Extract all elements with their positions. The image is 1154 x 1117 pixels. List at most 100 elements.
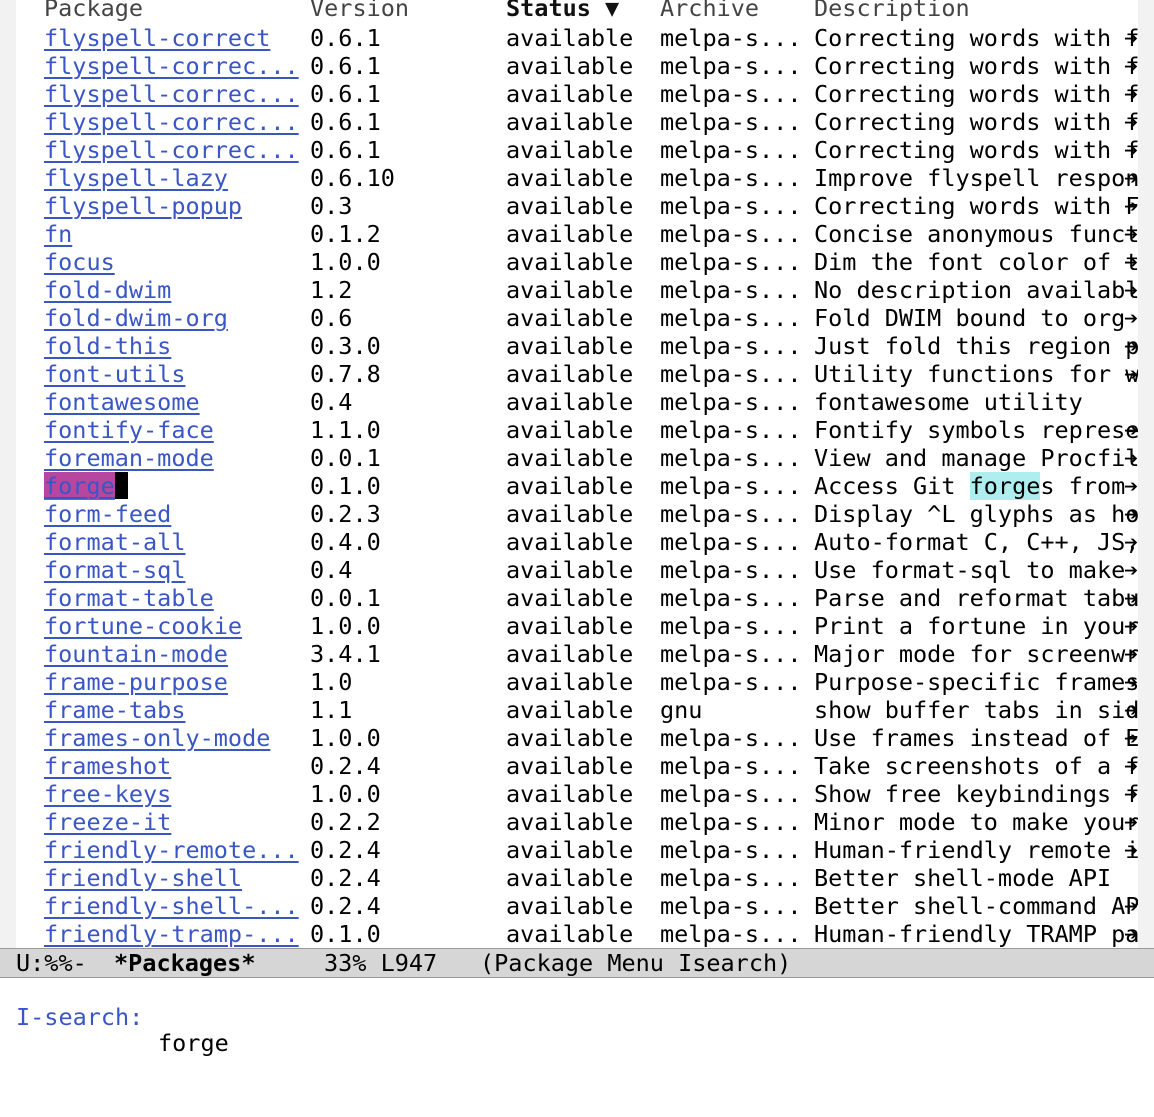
package-name-link[interactable]: flyspell-correc... xyxy=(44,52,299,80)
package-name-cell: friendly-shell-... xyxy=(44,892,299,920)
package-row[interactable]: fontify-face 1.1.0 available melpa-s... Font… xyxy=(0,416,1154,444)
package-name-link[interactable]: fold-dwim-org xyxy=(44,304,228,332)
package-name-cell: fontawesome xyxy=(44,388,200,416)
package-name-link[interactable]: friendly-shell-... xyxy=(44,892,299,920)
version-cell: 0.0.1 xyxy=(310,444,381,472)
package-row[interactable]: fountain-mode 3.4.1 available melpa-s... Maj… xyxy=(0,640,1154,668)
description-cell: Purpose-specific frames xyxy=(814,668,1138,696)
package-row[interactable]: flyspell-correc... 0.6.1 available melpa-s.… xyxy=(0,80,1154,108)
package-row[interactable]: flyspell-correc... 0.6.1 available melpa-s.… xyxy=(0,136,1154,164)
major-mode[interactable]: (Package Menu Isearch) xyxy=(480,949,791,977)
package-row[interactable]: friendly-shell-... 0.2.4 available melpa-s.… xyxy=(0,892,1154,920)
package-row[interactable]: friendly-shell 0.2.4 available melpa-s... Be… xyxy=(0,864,1154,892)
package-row[interactable]: flyspell-popup 0.3 available melpa-s... Corr… xyxy=(0,192,1154,220)
archive-cell: melpa-s... xyxy=(660,556,802,584)
package-name-link[interactable]: fold-dwim xyxy=(44,276,171,304)
package-row[interactable]: format-all 0.4.0 available melpa-s... Auto-f… xyxy=(0,528,1154,556)
package-name-link[interactable]: font-utils xyxy=(44,360,185,388)
archive-cell: melpa-s... xyxy=(660,360,802,388)
package-row[interactable]: friendly-tramp-... 0.1.0 available melpa-s.… xyxy=(0,920,1154,948)
package-name-link[interactable]: fontawesome xyxy=(44,388,200,416)
package-name-link[interactable]: flyspell-lazy xyxy=(44,164,228,192)
header-archive[interactable]: Archive xyxy=(660,0,759,22)
description-cell: Major mode for screenwr xyxy=(814,640,1138,668)
package-row[interactable]: frame-purpose 1.0 available melpa-s... Purpo… xyxy=(0,668,1154,696)
package-name-link[interactable]: format-table xyxy=(44,584,214,612)
package-row[interactable]: foreman-mode 0.0.1 available melpa-s... View… xyxy=(0,444,1154,472)
package-row[interactable]: font-utils 0.7.8 available melpa-s... Utilit… xyxy=(0,360,1154,388)
package-name-link[interactable]: free-keys xyxy=(44,780,171,808)
version-cell: 0.3.0 xyxy=(310,332,381,360)
package-name-link[interactable]: friendly-shell xyxy=(44,864,242,892)
package-name-cell: flyspell-correc... xyxy=(44,136,299,164)
header-version[interactable]: Version xyxy=(310,0,409,22)
description-cell: Fold DWIM bound to org xyxy=(814,304,1138,332)
package-row[interactable]: flyspell-lazy 0.6.10 available melpa-s... Im… xyxy=(0,164,1154,192)
package-row[interactable]: form-feed 0.2.3 available melpa-s... Display… xyxy=(0,500,1154,528)
package-name-link[interactable]: frame-tabs xyxy=(44,696,185,724)
description-cell: Take screenshots of a f xyxy=(814,752,1138,780)
buffer-name[interactable]: *Packages* xyxy=(114,949,255,977)
package-row[interactable]: fortune-cookie 1.0.0 available melpa-s... Pr… xyxy=(0,612,1154,640)
package-row[interactable]: format-table 0.0.1 available melpa-s... Pars… xyxy=(0,584,1154,612)
package-name-link[interactable]: fn xyxy=(44,220,72,248)
isearch-query[interactable]: forge xyxy=(158,1030,229,1056)
package-name-link[interactable]: flyspell-correc... xyxy=(44,80,299,108)
package-name-link[interactable]: flyspell-correc... xyxy=(44,108,299,136)
package-name-link[interactable]: fold-this xyxy=(44,332,171,360)
package-row[interactable]: fn 0.1.2 available melpa-s... Concise anonym… xyxy=(0,220,1154,248)
package-row[interactable]: forge 0.1.0 available melpa-s... Access Git … xyxy=(0,472,1154,500)
description-cell: Auto-format C, C++, JS, xyxy=(814,528,1138,556)
package-row[interactable]: format-sql 0.4 available melpa-s... Use form… xyxy=(0,556,1154,584)
truncation-arrow-icon: ➔ xyxy=(1124,332,1139,360)
package-name-link[interactable]: friendly-tramp-... xyxy=(44,920,299,948)
package-name-link[interactable]: flyspell-correc... xyxy=(44,136,299,164)
package-name-cell: fold-this xyxy=(44,332,171,360)
package-row[interactable]: fold-dwim 1.2 available melpa-s... No descri… xyxy=(0,276,1154,304)
package-row[interactable]: frames-only-mode 1.0.0 available melpa-s...… xyxy=(0,724,1154,752)
archive-cell: melpa-s... xyxy=(660,416,802,444)
package-name-link[interactable]: fontify-face xyxy=(44,416,214,444)
package-name-link[interactable]: flyspell-popup xyxy=(44,192,242,220)
version-cell: 0.6.1 xyxy=(310,80,381,108)
package-row[interactable]: frame-tabs 1.1 available gnu show buffer tab… xyxy=(0,696,1154,724)
header-description[interactable]: Description xyxy=(814,0,970,22)
column-header-line: Package Version Status ▼ Archive Descrip… xyxy=(0,0,1154,22)
package-name-link[interactable]: forge xyxy=(44,472,115,500)
package-name-link[interactable]: fountain-mode xyxy=(44,640,228,668)
package-name-link[interactable]: flyspell-correct xyxy=(44,24,270,52)
package-row[interactable]: flyspell-correc... 0.6.1 available melpa-s.… xyxy=(0,108,1154,136)
package-row[interactable]: focus 1.0.0 available melpa-s... Dim the fon… xyxy=(0,248,1154,276)
description-cell: Correcting words with f xyxy=(814,136,1138,164)
package-name-link[interactable]: frame-purpose xyxy=(44,668,228,696)
description-cell: Human-friendly TRAMP pa xyxy=(814,920,1138,948)
package-name-link[interactable]: friendly-remote... xyxy=(44,836,299,864)
package-row[interactable]: friendly-remote... 0.2.4 available melpa-s.… xyxy=(0,836,1154,864)
package-row[interactable]: flyspell-correct 0.6.1 available melpa-s...… xyxy=(0,24,1154,52)
header-status-sorted[interactable]: Status ▼ xyxy=(506,0,619,22)
version-cell: 0.4 xyxy=(310,556,353,584)
package-name-link[interactable]: freeze-it xyxy=(44,808,171,836)
package-name-link[interactable]: frames-only-mode xyxy=(44,724,270,752)
header-package[interactable]: Package xyxy=(44,0,143,22)
package-row[interactable]: fontawesome 0.4 available melpa-s... fontawe… xyxy=(0,388,1154,416)
package-row[interactable]: fold-this 0.3.0 available melpa-s... Just fo… xyxy=(0,332,1154,360)
package-name-link[interactable]: foreman-mode xyxy=(44,444,214,472)
status-cell: available xyxy=(506,164,634,192)
minibuffer[interactable]: I-search: forge xyxy=(0,978,1154,1056)
package-name-link[interactable]: format-all xyxy=(44,528,185,556)
emacs-frame: Package Version Status ▼ Archive Descrip… xyxy=(0,0,1154,1056)
description-cell: fontawesome utility xyxy=(814,388,1083,416)
status-cell: available xyxy=(506,304,634,332)
package-row[interactable]: free-keys 1.0.0 available melpa-s... Show fr… xyxy=(0,780,1154,808)
package-name-link[interactable]: form-feed xyxy=(44,500,171,528)
buffer-state: U:%%- xyxy=(16,949,87,977)
package-name-link[interactable]: fortune-cookie xyxy=(44,612,242,640)
package-row[interactable]: fold-dwim-org 0.6 available melpa-s... Fold … xyxy=(0,304,1154,332)
package-name-link[interactable]: format-sql xyxy=(44,556,185,584)
package-row[interactable]: freeze-it 0.2.2 available melpa-s... Minor m… xyxy=(0,808,1154,836)
package-row[interactable]: frameshot 0.2.4 available melpa-s... Take sc… xyxy=(0,752,1154,780)
package-row[interactable]: flyspell-correc... 0.6.1 available melpa-s.… xyxy=(0,52,1154,80)
package-name-link[interactable]: frameshot xyxy=(44,752,171,780)
package-name-link[interactable]: focus xyxy=(44,248,115,276)
